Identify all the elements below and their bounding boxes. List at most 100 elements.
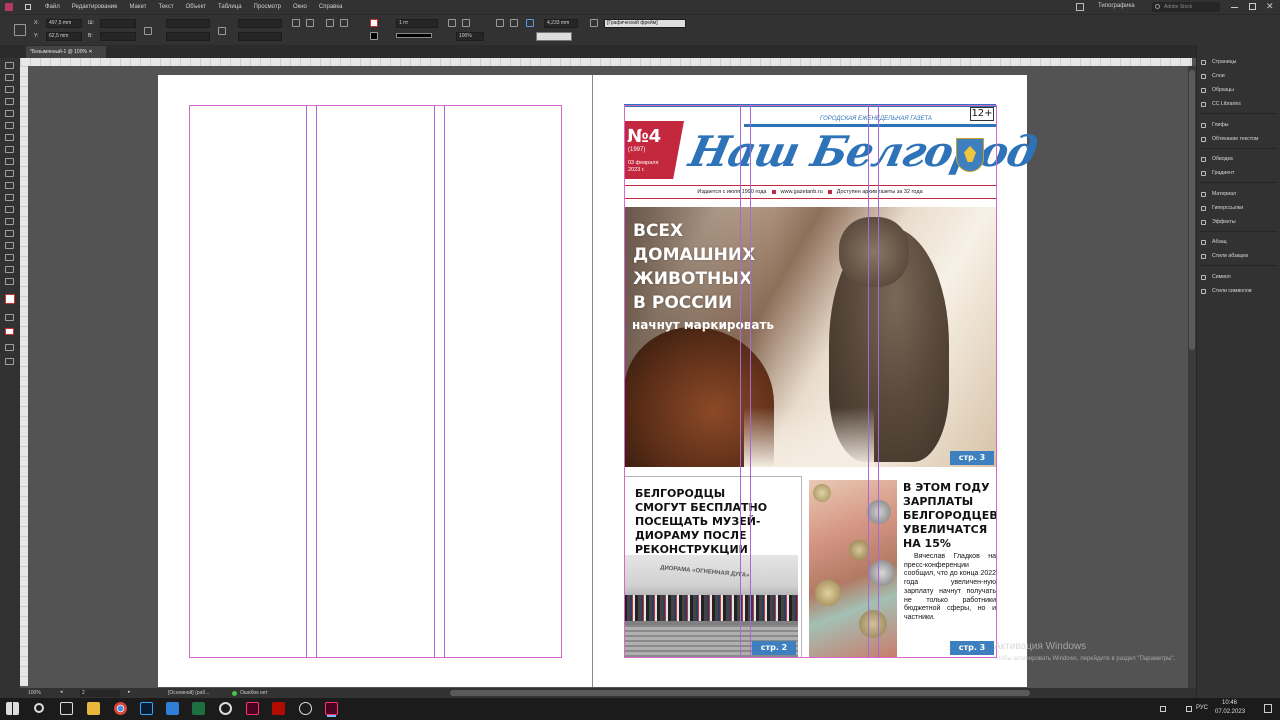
note-tool-icon[interactable] <box>5 242 14 249</box>
panel-character[interactable]: Символ <box>1201 274 1231 280</box>
width-field[interactable] <box>100 19 136 28</box>
rectangle-frame-tool-icon[interactable] <box>5 170 14 177</box>
hand-tool-icon[interactable] <box>5 266 14 273</box>
maximize-icon[interactable] <box>1249 3 1256 10</box>
selection-tool-icon[interactable] <box>5 62 14 69</box>
gradient-feather-tool-icon[interactable] <box>5 230 14 237</box>
reference-point-icon[interactable] <box>14 24 26 36</box>
text-wrap-icon[interactable] <box>526 19 534 27</box>
flip-horizontal-icon[interactable] <box>306 19 314 27</box>
status-zoom[interactable]: 100% <box>28 690 41 696</box>
close-window-icon[interactable]: ✕ <box>1266 1 1274 12</box>
horizontal-scroll-thumb[interactable] <box>450 690 1030 696</box>
x-position-field[interactable]: 497,5 mm <box>46 19 82 28</box>
panel-paragraph-styles[interactable]: Стили абзацев <box>1201 253 1248 259</box>
panel-text-wrap[interactable]: Обтекание текстом <box>1201 136 1258 142</box>
panel-stroke[interactable]: Обводка <box>1201 156 1233 162</box>
scale-y-field[interactable] <box>166 32 210 41</box>
formatting-container-icon[interactable] <box>5 314 14 321</box>
acrobat-icon[interactable] <box>272 702 285 715</box>
shear-field[interactable] <box>238 32 282 41</box>
type-tool-icon[interactable] <box>5 122 14 129</box>
chrome-icon[interactable] <box>114 702 127 715</box>
frame-fitting-icon[interactable] <box>590 19 598 27</box>
page-style-field[interactable]: [Основной] (раб... <box>168 690 209 696</box>
direct-selection-tool-icon[interactable] <box>5 74 14 81</box>
menu-type[interactable]: Текст <box>158 4 173 10</box>
panel-paragraph[interactable]: Абзац <box>1201 239 1227 245</box>
menu-table[interactable]: Таблица <box>218 4 242 10</box>
height-field[interactable] <box>100 32 136 41</box>
select-content-icon[interactable] <box>340 19 348 27</box>
tray-volume-icon[interactable] <box>1186 706 1192 712</box>
pencil-tool-icon[interactable] <box>5 158 14 165</box>
page-number-field[interactable]: 2 <box>80 690 120 697</box>
offset-field[interactable]: 4,233 mm <box>544 19 578 28</box>
menu-help[interactable]: Справка <box>319 4 343 10</box>
indesign-icon[interactable] <box>246 702 259 715</box>
fit-content-icon[interactable] <box>448 19 456 27</box>
page-next-icon[interactable]: ▸ <box>128 689 131 695</box>
minimize-icon[interactable] <box>1231 7 1238 8</box>
align-left-icon[interactable] <box>496 19 504 27</box>
stroke-weight-field[interactable]: 1 пт <box>396 19 438 28</box>
panel-effects[interactable]: Эффекты <box>1201 219 1236 225</box>
eyedropper-tool-icon[interactable] <box>5 254 14 261</box>
panel-layers[interactable]: Слои <box>1201 73 1225 79</box>
clock-app-icon[interactable] <box>299 702 312 715</box>
menu-file[interactable]: Файл <box>45 4 60 10</box>
opacity-field[interactable]: 100% <box>456 32 484 41</box>
clock-date[interactable]: 07.02.2023 <box>1215 709 1245 715</box>
gradient-tool-icon[interactable] <box>5 218 14 225</box>
menu-edit[interactable]: Редактирование <box>72 4 118 10</box>
close-tab-icon[interactable]: ✕ <box>88 49 92 55</box>
preview-mode-icon[interactable] <box>5 358 14 365</box>
menu-object[interactable]: Объект <box>186 4 206 10</box>
menu-window[interactable]: Окно <box>293 4 307 10</box>
rotate-cw-icon[interactable] <box>292 19 300 27</box>
search-icon[interactable] <box>34 703 44 713</box>
keyboard-language[interactable]: РУС <box>1196 705 1208 711</box>
file-explorer-icon[interactable] <box>87 702 100 715</box>
corner-shape-select[interactable] <box>536 32 572 41</box>
line-tool-icon[interactable] <box>5 134 14 141</box>
rotation-field[interactable] <box>238 19 282 28</box>
panel-cc-libraries[interactable]: CC Libraries <box>1201 101 1241 107</box>
panel-pages[interactable]: Страницы <box>1201 59 1236 65</box>
indesign-active-icon[interactable] <box>325 702 338 715</box>
object-style-select[interactable]: [Графический фрейм] <box>604 19 686 28</box>
panel-gradient[interactable]: Градиент <box>1201 170 1234 176</box>
select-container-icon[interactable] <box>326 19 334 27</box>
panel-glyphs[interactable]: Глифы <box>1201 122 1228 128</box>
scale-x-field[interactable] <box>166 19 210 28</box>
task-view-icon[interactable] <box>60 702 73 715</box>
menu-view[interactable]: Просмотр <box>254 4 281 10</box>
photoshop-icon[interactable] <box>140 702 153 715</box>
share-icon[interactable] <box>1076 3 1084 11</box>
panel-character-styles[interactable]: Стили символов <box>1201 288 1252 294</box>
page-prev-icon[interactable]: ◂ <box>60 689 63 695</box>
free-transform-tool-icon[interactable] <box>5 206 14 213</box>
stroke-swatch-icon[interactable] <box>370 32 378 40</box>
scissors-tool-icon[interactable] <box>5 194 14 201</box>
zoom-tool-icon[interactable] <box>5 278 14 285</box>
page-tool-icon[interactable] <box>5 86 14 93</box>
settings-icon[interactable] <box>219 702 232 715</box>
house-icon[interactable] <box>25 4 31 10</box>
fit-frame-icon[interactable] <box>462 19 470 27</box>
rectangle-tool-icon[interactable] <box>5 182 14 189</box>
constrain-proportions-icon[interactable] <box>144 27 152 35</box>
windows-start-icon[interactable] <box>6 702 19 715</box>
document-tab[interactable]: *Безымянный-1 @ 100% ✕ <box>26 46 106 58</box>
content-collector-icon[interactable] <box>5 110 14 117</box>
vertical-ruler[interactable] <box>20 66 28 686</box>
fill-swatch-icon[interactable] <box>370 19 378 27</box>
screen-mode-icon[interactable] <box>5 344 14 351</box>
search-field[interactable]: Adobe Stock <box>1152 2 1220 12</box>
panel-hyperlinks[interactable]: Гиперссылки <box>1201 205 1243 211</box>
clock-time[interactable]: 10:46 <box>1222 700 1237 706</box>
pen-tool-icon[interactable] <box>5 146 14 153</box>
preflight-status[interactable]: Ошибок нет <box>240 690 268 696</box>
swap-fill-stroke-icon[interactable] <box>5 294 15 304</box>
align-center-icon[interactable] <box>510 19 518 27</box>
